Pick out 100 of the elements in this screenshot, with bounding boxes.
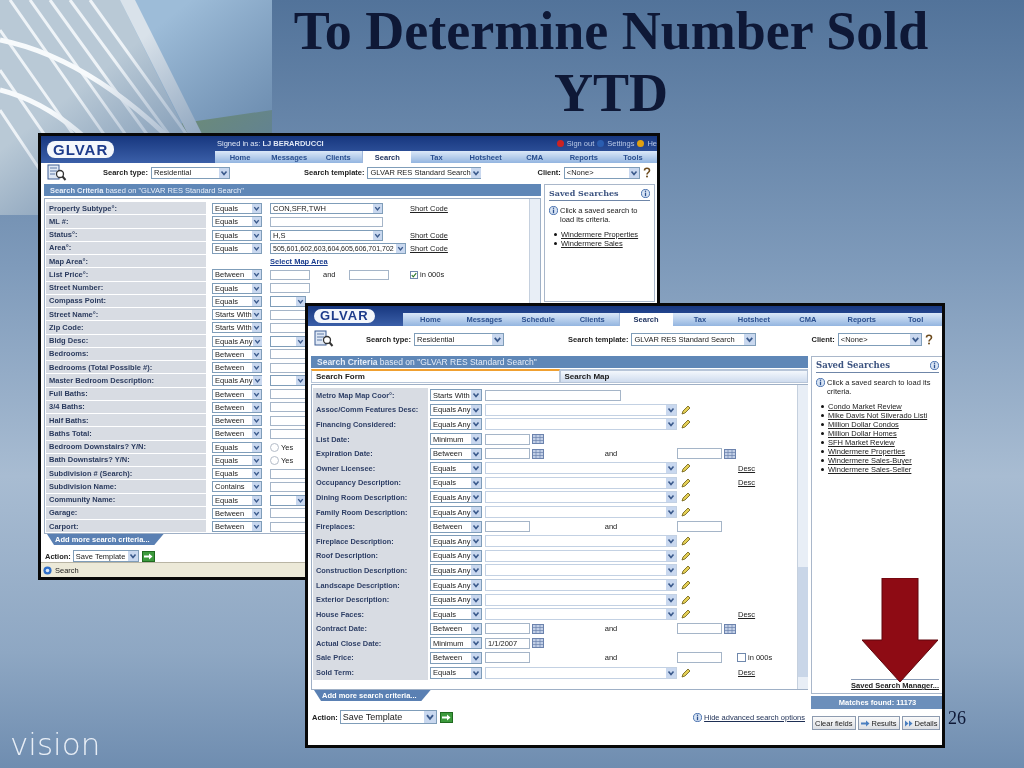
go-button[interactable] bbox=[141, 550, 155, 562]
form-tab[interactable]: Search Form bbox=[311, 369, 560, 383]
caret-icon bbox=[296, 336, 305, 346]
text-field[interactable] bbox=[348, 269, 389, 280]
pencil-icon[interactable] bbox=[681, 419, 691, 430]
text-field[interactable] bbox=[485, 623, 530, 635]
arrow-icon bbox=[860, 719, 870, 727]
page-number: 26 bbox=[948, 708, 966, 729]
caret-icon bbox=[471, 667, 481, 678]
pencil-icon[interactable] bbox=[681, 463, 691, 474]
calendar-icon[interactable] bbox=[532, 623, 544, 634]
pencil-icon[interactable] bbox=[681, 550, 691, 561]
caret-icon bbox=[252, 402, 261, 412]
caret-icon bbox=[396, 243, 405, 253]
caret-icon bbox=[252, 376, 262, 386]
go-button[interactable] bbox=[439, 711, 453, 723]
text-field[interactable] bbox=[270, 415, 306, 426]
caret-icon bbox=[373, 204, 382, 214]
radio-button[interactable] bbox=[270, 442, 279, 452]
calendar-icon[interactable] bbox=[532, 638, 544, 649]
bullet-icon bbox=[821, 468, 824, 471]
caret-icon bbox=[471, 653, 481, 663]
text-field[interactable] bbox=[270, 389, 306, 400]
text-field[interactable] bbox=[485, 652, 530, 664]
caret-icon bbox=[252, 429, 261, 439]
caret-icon bbox=[666, 667, 676, 678]
text-field[interactable] bbox=[270, 309, 306, 320]
text-field[interactable] bbox=[270, 269, 310, 280]
text-field[interactable] bbox=[270, 468, 306, 479]
slide-title: To Determine Number Sold YTD bbox=[292, 0, 930, 124]
help-icon[interactable] bbox=[923, 333, 934, 345]
caret-icon bbox=[471, 507, 481, 518]
help-icon[interactable] bbox=[641, 167, 652, 178]
caret-icon bbox=[252, 336, 262, 346]
value-dropdown[interactable] bbox=[270, 494, 306, 506]
text-field[interactable] bbox=[485, 521, 530, 533]
scrollbar[interactable] bbox=[797, 385, 808, 689]
caret-icon bbox=[492, 333, 504, 345]
text-field[interactable] bbox=[270, 508, 306, 519]
caret-icon bbox=[252, 204, 261, 214]
pencil-icon[interactable] bbox=[681, 492, 691, 503]
info-icon bbox=[641, 188, 650, 198]
text-field[interactable] bbox=[677, 521, 722, 533]
text-field[interactable] bbox=[270, 322, 306, 333]
caret-icon bbox=[252, 283, 261, 293]
calendar-icon[interactable] bbox=[724, 623, 736, 634]
caret-icon bbox=[666, 550, 676, 561]
value-dropdown[interactable] bbox=[270, 375, 306, 387]
criteria-title: Search Criteria based on "GLVAR RES Standard Search" bbox=[317, 357, 537, 367]
caret-icon bbox=[471, 580, 481, 590]
pencil-icon[interactable] bbox=[681, 477, 691, 488]
pencil-icon[interactable] bbox=[681, 609, 691, 620]
panel-title: Saved Searches bbox=[816, 360, 890, 370]
pencil-icon[interactable] bbox=[681, 594, 691, 605]
pencil-icon[interactable] bbox=[681, 507, 691, 518]
pencil-icon[interactable] bbox=[681, 580, 691, 590]
checkbox[interactable] bbox=[737, 653, 746, 663]
caret-icon bbox=[471, 594, 481, 605]
text-field[interactable] bbox=[677, 623, 722, 635]
radio-button[interactable] bbox=[270, 455, 279, 465]
bullet-icon bbox=[821, 459, 824, 462]
text-field[interactable] bbox=[677, 448, 722, 460]
caret-icon bbox=[666, 565, 676, 576]
caret-icon bbox=[471, 536, 481, 547]
calendar-icon[interactable] bbox=[532, 448, 544, 459]
calendar-icon[interactable] bbox=[532, 434, 544, 445]
text-field[interactable] bbox=[270, 283, 310, 294]
text-field[interactable] bbox=[485, 389, 621, 401]
bullet-icon bbox=[821, 405, 824, 408]
caret-icon bbox=[252, 349, 261, 359]
checkbox[interactable] bbox=[410, 270, 418, 279]
pencil-icon[interactable] bbox=[681, 536, 691, 547]
calendar-icon[interactable] bbox=[724, 448, 736, 459]
pencil-icon[interactable] bbox=[681, 667, 691, 678]
text-field[interactable] bbox=[270, 216, 383, 227]
caret-icon bbox=[252, 508, 261, 518]
form-tab[interactable]: Search Map bbox=[559, 369, 808, 383]
text-field[interactable] bbox=[485, 448, 530, 460]
pencil-icon[interactable] bbox=[681, 404, 691, 415]
text-field[interactable] bbox=[270, 481, 306, 492]
caret-icon bbox=[470, 167, 481, 178]
info-icon bbox=[816, 378, 825, 387]
action-dropdown[interactable]: Save Template bbox=[339, 710, 437, 724]
caret-icon bbox=[628, 167, 639, 178]
value-dropdown[interactable] bbox=[270, 335, 306, 347]
logo: GLVAR bbox=[47, 140, 115, 159]
caret-icon bbox=[252, 469, 261, 479]
text-field[interactable] bbox=[270, 521, 306, 532]
caret-icon bbox=[252, 323, 261, 333]
text-field[interactable] bbox=[485, 433, 530, 445]
pencil-icon[interactable] bbox=[681, 565, 691, 576]
bullet-icon bbox=[554, 233, 557, 236]
text-field[interactable] bbox=[677, 652, 722, 664]
text-field[interactable] bbox=[270, 349, 306, 360]
caret-icon bbox=[471, 623, 481, 634]
text-field[interactable] bbox=[270, 362, 306, 373]
text-field[interactable] bbox=[270, 428, 306, 439]
caret-icon bbox=[471, 404, 481, 415]
caret-icon bbox=[423, 711, 436, 723]
text-field[interactable] bbox=[270, 402, 306, 413]
